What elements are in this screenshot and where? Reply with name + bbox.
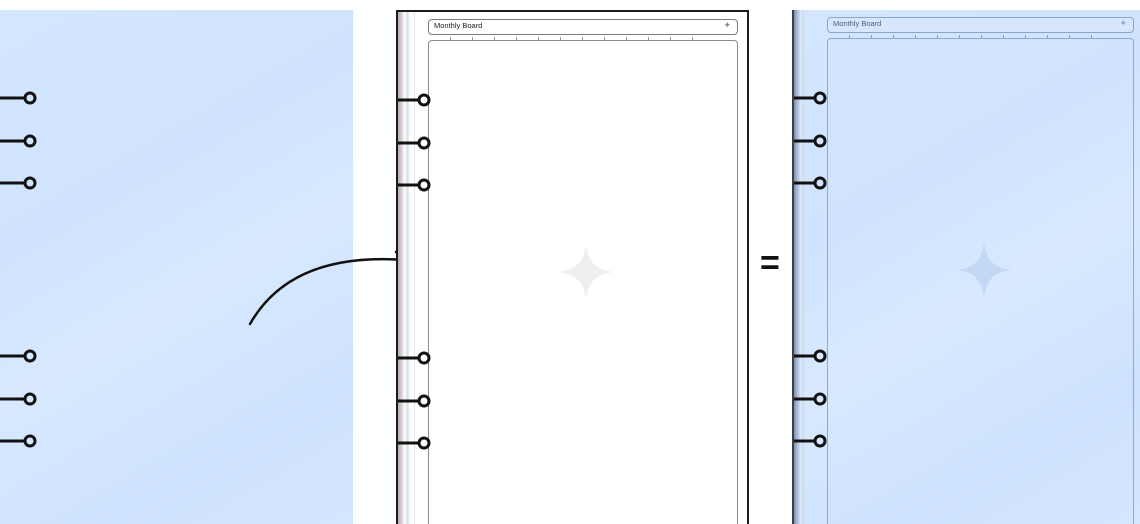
binder-ring-icon bbox=[794, 91, 827, 105]
binder-ring-icon bbox=[0, 134, 37, 148]
sparkle-icon[interactable]: ✦ bbox=[723, 20, 731, 31]
sparkle-icon bbox=[558, 244, 614, 300]
binder-ring-icon bbox=[0, 434, 37, 448]
sparkle-icon bbox=[956, 242, 1012, 298]
binder-ring-icon bbox=[0, 392, 37, 406]
binder-ring-icon bbox=[0, 91, 37, 105]
curved-arrow-icon bbox=[248, 250, 410, 326]
binder-ring-icon bbox=[398, 436, 431, 450]
page-title: Monthly Board bbox=[434, 21, 483, 30]
result-header-bar[interactable]: Monthly Board ✦ bbox=[827, 17, 1134, 33]
notebook-page: Monthly Board ✦ bbox=[396, 10, 749, 524]
sparkle-icon[interactable]: ✦ bbox=[1119, 18, 1127, 29]
binder-ring-icon bbox=[0, 349, 37, 363]
binder-ring-icon bbox=[794, 434, 827, 448]
result-panel: Monthly Board ✦ bbox=[792, 10, 1140, 524]
equals-sign: = bbox=[760, 244, 780, 282]
page-header-bar[interactable]: Monthly Board ✦ bbox=[428, 19, 738, 35]
result-title: Monthly Board bbox=[833, 19, 882, 28]
binder-ring-icon bbox=[398, 394, 431, 408]
binder-ring-icon bbox=[794, 134, 827, 148]
binder-ring-icon bbox=[0, 176, 37, 190]
binder-ring-icon bbox=[398, 351, 431, 365]
binder-ring-icon bbox=[794, 349, 827, 363]
binder-ring-icon bbox=[398, 178, 431, 192]
binder-ring-icon bbox=[398, 93, 431, 107]
binder-ring-icon bbox=[794, 392, 827, 406]
binder-ring-icon bbox=[398, 136, 431, 150]
binder-ring-icon bbox=[794, 176, 827, 190]
